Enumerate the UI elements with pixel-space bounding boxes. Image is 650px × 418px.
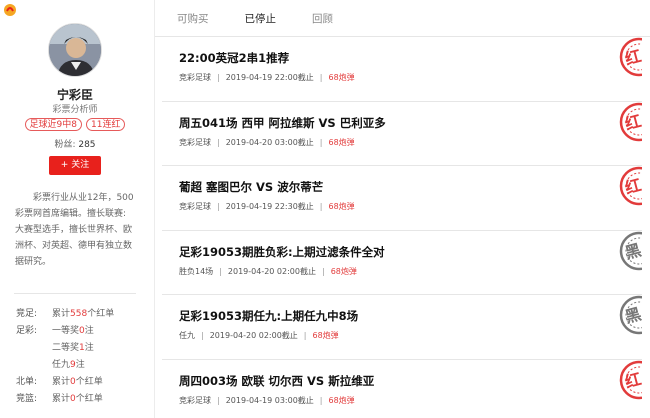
item-category: 竞彩足球 bbox=[179, 395, 211, 405]
item-deadline: 2019-04-20 02:00截止 bbox=[227, 266, 316, 276]
stat-row: 竞足: 累计 558 个红单 bbox=[16, 306, 146, 323]
stat-suffix: 个红单 bbox=[75, 394, 103, 404]
stat-label bbox=[16, 340, 52, 357]
item-price: 68炮弹 bbox=[330, 266, 357, 276]
list-item[interactable]: 周五041场 西甲 阿拉维斯 VS 巴利亚多 竞彩足球 | 2019-04-20 0… bbox=[162, 102, 642, 166]
stamp-text: 黑 bbox=[623, 304, 642, 326]
stat-row: 竞篮: 累计 0 个红单 bbox=[16, 391, 146, 408]
stat-prefix: 累计 bbox=[52, 309, 71, 319]
item-price: 68炮弹 bbox=[328, 202, 355, 211]
stat-row: 北单: 累计 0 个红单 bbox=[16, 374, 146, 391]
stat-row: 足彩: 一等奖 0 注 bbox=[16, 323, 146, 340]
item-price: 68炮弹 bbox=[328, 395, 355, 405]
item-deadline: 2019-04-20 03:00截止 bbox=[225, 137, 314, 147]
stat-prefix: 累计 bbox=[52, 394, 71, 404]
stat-prefix: 二等奖 bbox=[52, 343, 80, 353]
item-price: 68炮弹 bbox=[312, 331, 339, 340]
stamp-text: 红 bbox=[623, 46, 642, 68]
result-stamp: 黑 bbox=[619, 231, 642, 270]
result-stamp: 红 bbox=[619, 102, 642, 141]
item-meta: 胜负14场 | 2019-04-20 02:00截止 | 68炮弹 bbox=[179, 266, 357, 276]
follow-button[interactable]: + 关注 bbox=[49, 156, 101, 175]
stat-row: 二等奖 1 注 bbox=[16, 340, 146, 357]
stat-label: 竞篮: bbox=[16, 394, 38, 404]
result-stamp: 黑 bbox=[619, 295, 642, 335]
stat-label: 竞足: bbox=[16, 309, 38, 319]
avatar-photo bbox=[49, 24, 101, 76]
fans-label: 粉丝: bbox=[54, 140, 76, 150]
stat-prefix: 累计 bbox=[52, 377, 71, 387]
item-meta: 竞彩足球 | 2019-04-19 22:30截止 | 68炮弹 bbox=[179, 202, 355, 211]
brand-logo-icon bbox=[4, 4, 16, 16]
stat-suffix: 注 bbox=[84, 326, 94, 336]
stat-suffix: 个红单 bbox=[87, 309, 115, 319]
stamp-text: 红 bbox=[623, 369, 642, 391]
list-item[interactable]: 周四003场 欧联 切尔西 VS 斯拉维亚 竞彩足球 | 2019-04-19 03… bbox=[162, 360, 642, 418]
list-item[interactable]: 足彩19053期胜负彩:上期过滤条件全对 胜负14场 | 2019-04-20 02… bbox=[162, 231, 642, 295]
item-title[interactable]: 22:00英冠2串1推荐 bbox=[179, 50, 289, 66]
recommendation-list: 22:00英冠2串1推荐 竞彩足球 | 2019-04-19 22:00截止 | 68炮… bbox=[162, 37, 642, 418]
stamp-text: 红 bbox=[623, 175, 642, 197]
achievement-badges: 足球近9中8 11连红 bbox=[0, 118, 150, 131]
stat-prefix: 一等奖 bbox=[52, 326, 80, 336]
stamp-text: 红 bbox=[623, 111, 642, 133]
stat-label bbox=[16, 357, 52, 374]
item-price: 68炮弹 bbox=[328, 73, 355, 82]
item-meta: 竞彩足球 | 2019-04-19 22:00截止 | 68炮弹 bbox=[179, 73, 355, 82]
item-title[interactable]: 周四003场 欧联 切尔西 VS 斯拉维亚 bbox=[179, 373, 374, 389]
stat-label: 北单: bbox=[16, 377, 38, 387]
fans-number: 285 bbox=[78, 140, 96, 150]
item-deadline: 2019-04-20 02:00截止 bbox=[209, 331, 298, 340]
expert-sidebar: 宁彩臣 彩票分析师 足球近9中8 11连红 粉丝: 285 + 关注 彩票行业从… bbox=[0, 0, 155, 418]
expert-role: 彩票分析师 bbox=[52, 105, 98, 115]
stat-label: 足彩: bbox=[16, 326, 38, 336]
item-category: 任九 bbox=[179, 331, 195, 340]
item-category: 竞彩足球 bbox=[179, 137, 211, 147]
item-deadline: 2019-04-19 03:00截止 bbox=[225, 395, 314, 405]
item-meta: 竞彩足球 | 2019-04-20 03:00截止 | 68炮弹 bbox=[179, 137, 355, 147]
stat-suffix: 注 bbox=[84, 343, 94, 353]
result-stamp: 红 bbox=[619, 360, 642, 399]
item-category: 胜负14场 bbox=[179, 266, 214, 276]
avatar[interactable] bbox=[48, 23, 102, 77]
item-meta: 竞彩足球 | 2019-04-19 03:00截止 | 68炮弹 bbox=[179, 395, 355, 405]
record-stats: 竞足: 累计 558 个红单 足彩: 一等奖 0 注 二等奖 1 注 任九 9 … bbox=[16, 306, 146, 408]
stat-row: 任九 9 注 bbox=[16, 357, 146, 374]
divider bbox=[14, 293, 136, 294]
expert-name: 宁彩臣 bbox=[56, 88, 93, 102]
item-price: 68炮弹 bbox=[328, 137, 355, 147]
item-meta: 任九 | 2019-04-20 02:00截止 | 68炮弹 bbox=[179, 331, 339, 340]
item-title[interactable]: 足彩19053期胜负彩:上期过滤条件全对 bbox=[179, 244, 385, 260]
list-item[interactable]: 葡超 塞图巴尔 VS 波尔蒂芒 竞彩足球 | 2019-04-19 22:30截止 |… bbox=[162, 166, 642, 231]
expert-page: 宁彩臣 彩票分析师 足球近9中8 11连红 粉丝: 285 + 关注 彩票行业从… bbox=[0, 0, 650, 418]
item-title[interactable]: 足彩19053期任九:上期任九中8场 bbox=[179, 308, 358, 324]
fans-count: 粉丝: 285 bbox=[0, 137, 150, 150]
streak-badge: 11连红 bbox=[86, 118, 126, 131]
item-category: 竞彩足球 bbox=[179, 73, 211, 82]
item-deadline: 2019-04-19 22:00截止 bbox=[225, 73, 314, 82]
expert-bio: 彩票行业从业12年，500彩票网首席编辑。擅长联赛:大赛型选手，擅长世界杯、欧洲… bbox=[15, 193, 134, 267]
item-title[interactable]: 葡超 塞图巴尔 VS 波尔蒂芒 bbox=[179, 179, 323, 195]
list-item[interactable]: 足彩19053期任九:上期任九中8场 任九 | 2019-04-20 02:00截止… bbox=[162, 295, 642, 360]
tab-purchasable[interactable]: 可购买 bbox=[177, 11, 209, 26]
stat-suffix: 个红单 bbox=[75, 377, 103, 387]
item-category: 竞彩足球 bbox=[179, 202, 211, 211]
streak-badge: 足球近9中8 bbox=[24, 118, 82, 131]
tab-bar: 可购买 已停止 回顾 bbox=[155, 0, 650, 37]
stamp-text: 黑 bbox=[623, 240, 642, 262]
main-content: 可购买 已停止 回顾 22:00英冠2串1推荐 竞彩足球 | 2019-04-19 … bbox=[155, 0, 650, 418]
tab-review[interactable]: 回顾 bbox=[312, 11, 333, 26]
stat-suffix: 注 bbox=[75, 360, 85, 370]
tab-stopped[interactable]: 已停止 bbox=[245, 11, 277, 26]
list-item[interactable]: 22:00英冠2串1推荐 竞彩足球 | 2019-04-19 22:00截止 | 68炮… bbox=[162, 37, 642, 102]
stat-prefix: 任九 bbox=[52, 360, 71, 370]
result-stamp: 红 bbox=[619, 166, 642, 206]
item-title[interactable]: 周五041场 西甲 阿拉维斯 VS 巴利亚多 bbox=[179, 115, 386, 131]
result-stamp: 红 bbox=[619, 37, 642, 77]
item-deadline: 2019-04-19 22:30截止 bbox=[225, 202, 314, 211]
stat-number: 558 bbox=[70, 309, 88, 319]
